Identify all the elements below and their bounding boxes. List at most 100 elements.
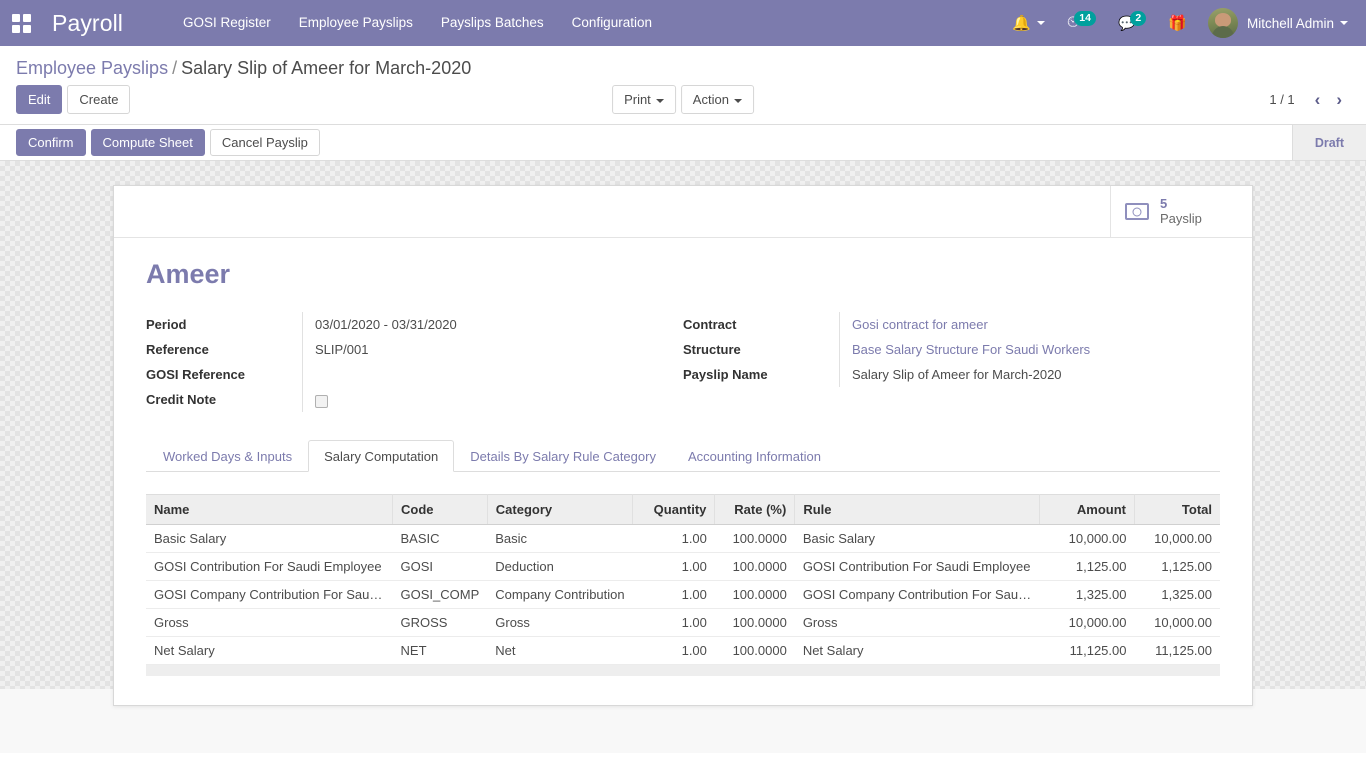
- pager-value: 1 / 1: [1269, 92, 1295, 107]
- breadcrumb-link-employee-payslips[interactable]: Employee Payslips: [16, 58, 168, 78]
- cell-code: GOSI_COMP: [392, 580, 488, 609]
- page-title: Ameer: [146, 259, 231, 289]
- column-header-code[interactable]: Code: [392, 493, 488, 525]
- column-header-total[interactable]: Total: [1134, 493, 1220, 525]
- create-button[interactable]: Create: [67, 85, 131, 114]
- cell-name: Net Salary: [146, 636, 393, 665]
- cell-rate: 100.0000: [714, 580, 795, 609]
- stat-button-value: 5: [1160, 196, 1168, 212]
- field-value-gosi-reference[interactable]: [302, 361, 653, 387]
- field-label-period: Period: [146, 316, 187, 332]
- confirm-button[interactable]: Confirm: [16, 129, 86, 156]
- tab-accounting-information[interactable]: Accounting Information: [672, 440, 837, 472]
- main-menu: GOSI Register Employee Payslips Payslips…: [169, 0, 666, 46]
- control-panel-center-actions: Print Action: [612, 85, 754, 114]
- stat-button-text: 5 Payslip: [1160, 197, 1202, 225]
- notebook-page-salary-computation: Name Code Category Quantity Rate (%) Rul…: [146, 472, 1220, 677]
- credit-note-checkbox[interactable]: [315, 395, 328, 409]
- cell-total: 11,125.00: [1134, 636, 1220, 665]
- app-brand-payroll[interactable]: Payroll: [42, 10, 133, 37]
- activities-button[interactable]: ⏲ 14: [1056, 0, 1107, 46]
- cell-name: GOSI Contribution For Saudi Employee: [146, 552, 393, 581]
- print-label: Print: [624, 92, 651, 107]
- chevron-down-icon: [1036, 21, 1045, 25]
- field-group-right: Contract Gosi contract for ameer Structu…: [683, 311, 1220, 412]
- apps-menu-button[interactable]: [0, 0, 42, 46]
- field-value-period[interactable]: 03/01/2020 - 03/31/2020: [302, 311, 653, 337]
- cell-rule: GOSI Contribution For Saudi Employee: [794, 552, 1040, 581]
- tab-worked-days-and-inputs[interactable]: Worked Days & Inputs: [147, 440, 308, 472]
- cell-category: Gross: [487, 608, 633, 637]
- table-row[interactable]: GOSI Contribution For Saudi Employee GOS…: [146, 552, 1220, 581]
- column-header-name[interactable]: Name: [146, 493, 394, 525]
- field-label-contract: Contract: [683, 316, 737, 332]
- cancel-payslip-button[interactable]: Cancel Payslip: [209, 129, 320, 156]
- bell-icon: 🔔: [1012, 15, 1031, 32]
- statusbar-buttons: Confirm Compute Sheet Cancel Payslip: [0, 125, 1292, 160]
- messages-badge: 2: [1130, 11, 1147, 26]
- column-header-category[interactable]: Category: [487, 493, 634, 525]
- field-label-reference: Reference: [146, 341, 209, 357]
- form-content-area: 5 Payslip Ameer Period 03/01/2020 - 03/3…: [0, 161, 1366, 753]
- breadcrumb-separator: /: [172, 58, 178, 78]
- table-row[interactable]: GOSI Company Contribution For Sau… GOSI_…: [146, 580, 1220, 609]
- pager-previous-button[interactable]: ‹: [1307, 91, 1329, 108]
- notifications-bell-button[interactable]: 🔔: [1001, 0, 1056, 46]
- action-dropdown-button[interactable]: Action: [680, 85, 754, 114]
- menu-item-employee-payslips[interactable]: Employee Payslips: [285, 0, 427, 46]
- field-row-payslip-name: Payslip Name Salary Slip of Ameer for Ma…: [683, 361, 1190, 387]
- column-header-rate[interactable]: Rate (%): [714, 493, 796, 525]
- cell-category: Net: [487, 636, 633, 665]
- menu-item-payslips-batches[interactable]: Payslips Batches: [427, 0, 558, 46]
- cell-code: NET: [392, 636, 488, 665]
- field-label-payslip-name: Payslip Name: [683, 366, 768, 382]
- user-menu-button[interactable]: Mitchell Admin: [1198, 0, 1352, 46]
- cell-rule: Basic Salary: [794, 524, 1040, 553]
- action-label: Action: [692, 92, 729, 107]
- table-row[interactable]: Gross GROSS Gross 1.00 100.0000 Gross 10…: [146, 608, 1220, 637]
- cell-code: GOSI: [392, 552, 488, 581]
- gift-icon: 🎁: [1168, 15, 1187, 32]
- cell-quantity: 1.00: [632, 580, 715, 609]
- cell-category: Deduction: [487, 552, 633, 581]
- form-body: Ameer Period 03/01/2020 - 03/31/2020 Ref…: [114, 238, 1252, 677]
- tab-salary-computation[interactable]: Salary Computation: [308, 439, 455, 472]
- table-row[interactable]: Basic Salary BASIC Basic 1.00 100.0000 B…: [146, 524, 1220, 553]
- compute-sheet-button[interactable]: Compute Sheet: [90, 129, 205, 156]
- user-name-label: Mitchell Admin: [1246, 15, 1334, 31]
- cell-rule: GOSI Company Contribution For Sau…: [794, 580, 1040, 609]
- cell-amount: 11,125.00: [1039, 636, 1135, 665]
- table-body: Basic Salary BASIC Basic 1.00 100.0000 B…: [146, 524, 1220, 665]
- cell-total: 1,125.00: [1134, 552, 1220, 581]
- print-dropdown-button[interactable]: Print: [612, 85, 676, 114]
- field-value-structure[interactable]: Base Salary Structure For Saudi Workers: [839, 336, 1190, 362]
- cell-rule: Gross: [794, 608, 1040, 637]
- field-value-payslip-name[interactable]: Salary Slip of Ameer for March-2020: [839, 361, 1190, 387]
- column-header-amount[interactable]: Amount: [1039, 493, 1135, 525]
- cell-code: GROSS: [392, 608, 488, 637]
- breadcrumb-row: Employee Payslips / Salary Slip of Ameer f…: [0, 46, 1366, 81]
- field-label-structure: Structure: [683, 341, 741, 357]
- table-footer-cell: [146, 663, 1220, 677]
- column-header-quantity[interactable]: Quantity: [632, 493, 716, 525]
- cell-rule: Net Salary: [794, 636, 1040, 665]
- menu-item-configuration[interactable]: Configuration: [558, 0, 666, 46]
- pager-next-button[interactable]: ›: [1328, 91, 1350, 108]
- field-value-reference[interactable]: SLIP/001: [302, 336, 653, 362]
- menu-item-gosi-register[interactable]: GOSI Register: [169, 0, 285, 46]
- edit-button[interactable]: Edit: [16, 85, 63, 114]
- stat-button-payslip[interactable]: 5 Payslip: [1110, 186, 1252, 237]
- field-value-contract[interactable]: Gosi contract for ameer: [839, 311, 1190, 337]
- navbar-systray: 🔔 ⏲ 14 💬 2 🎁 Mitchell Admin: [1001, 0, 1352, 46]
- cell-name: Basic Salary: [146, 524, 393, 553]
- gift-button[interactable]: 🎁: [1157, 0, 1198, 46]
- field-group-left: Period 03/01/2020 - 03/31/2020 Reference…: [146, 311, 683, 412]
- column-header-rule[interactable]: Rule: [794, 493, 1040, 525]
- field-groups: Period 03/01/2020 - 03/31/2020 Reference…: [146, 311, 1220, 412]
- messages-button[interactable]: 💬 2: [1107, 0, 1157, 46]
- table-row[interactable]: Net Salary NET Net 1.00 100.0000 Net Sal…: [146, 636, 1220, 665]
- field-row-period: Period 03/01/2020 - 03/31/2020: [146, 311, 653, 337]
- status-badge-draft[interactable]: Draft: [1292, 125, 1366, 160]
- cell-code: BASIC: [392, 524, 488, 553]
- tab-details-by-salary-rule-category[interactable]: Details By Salary Rule Category: [454, 440, 672, 472]
